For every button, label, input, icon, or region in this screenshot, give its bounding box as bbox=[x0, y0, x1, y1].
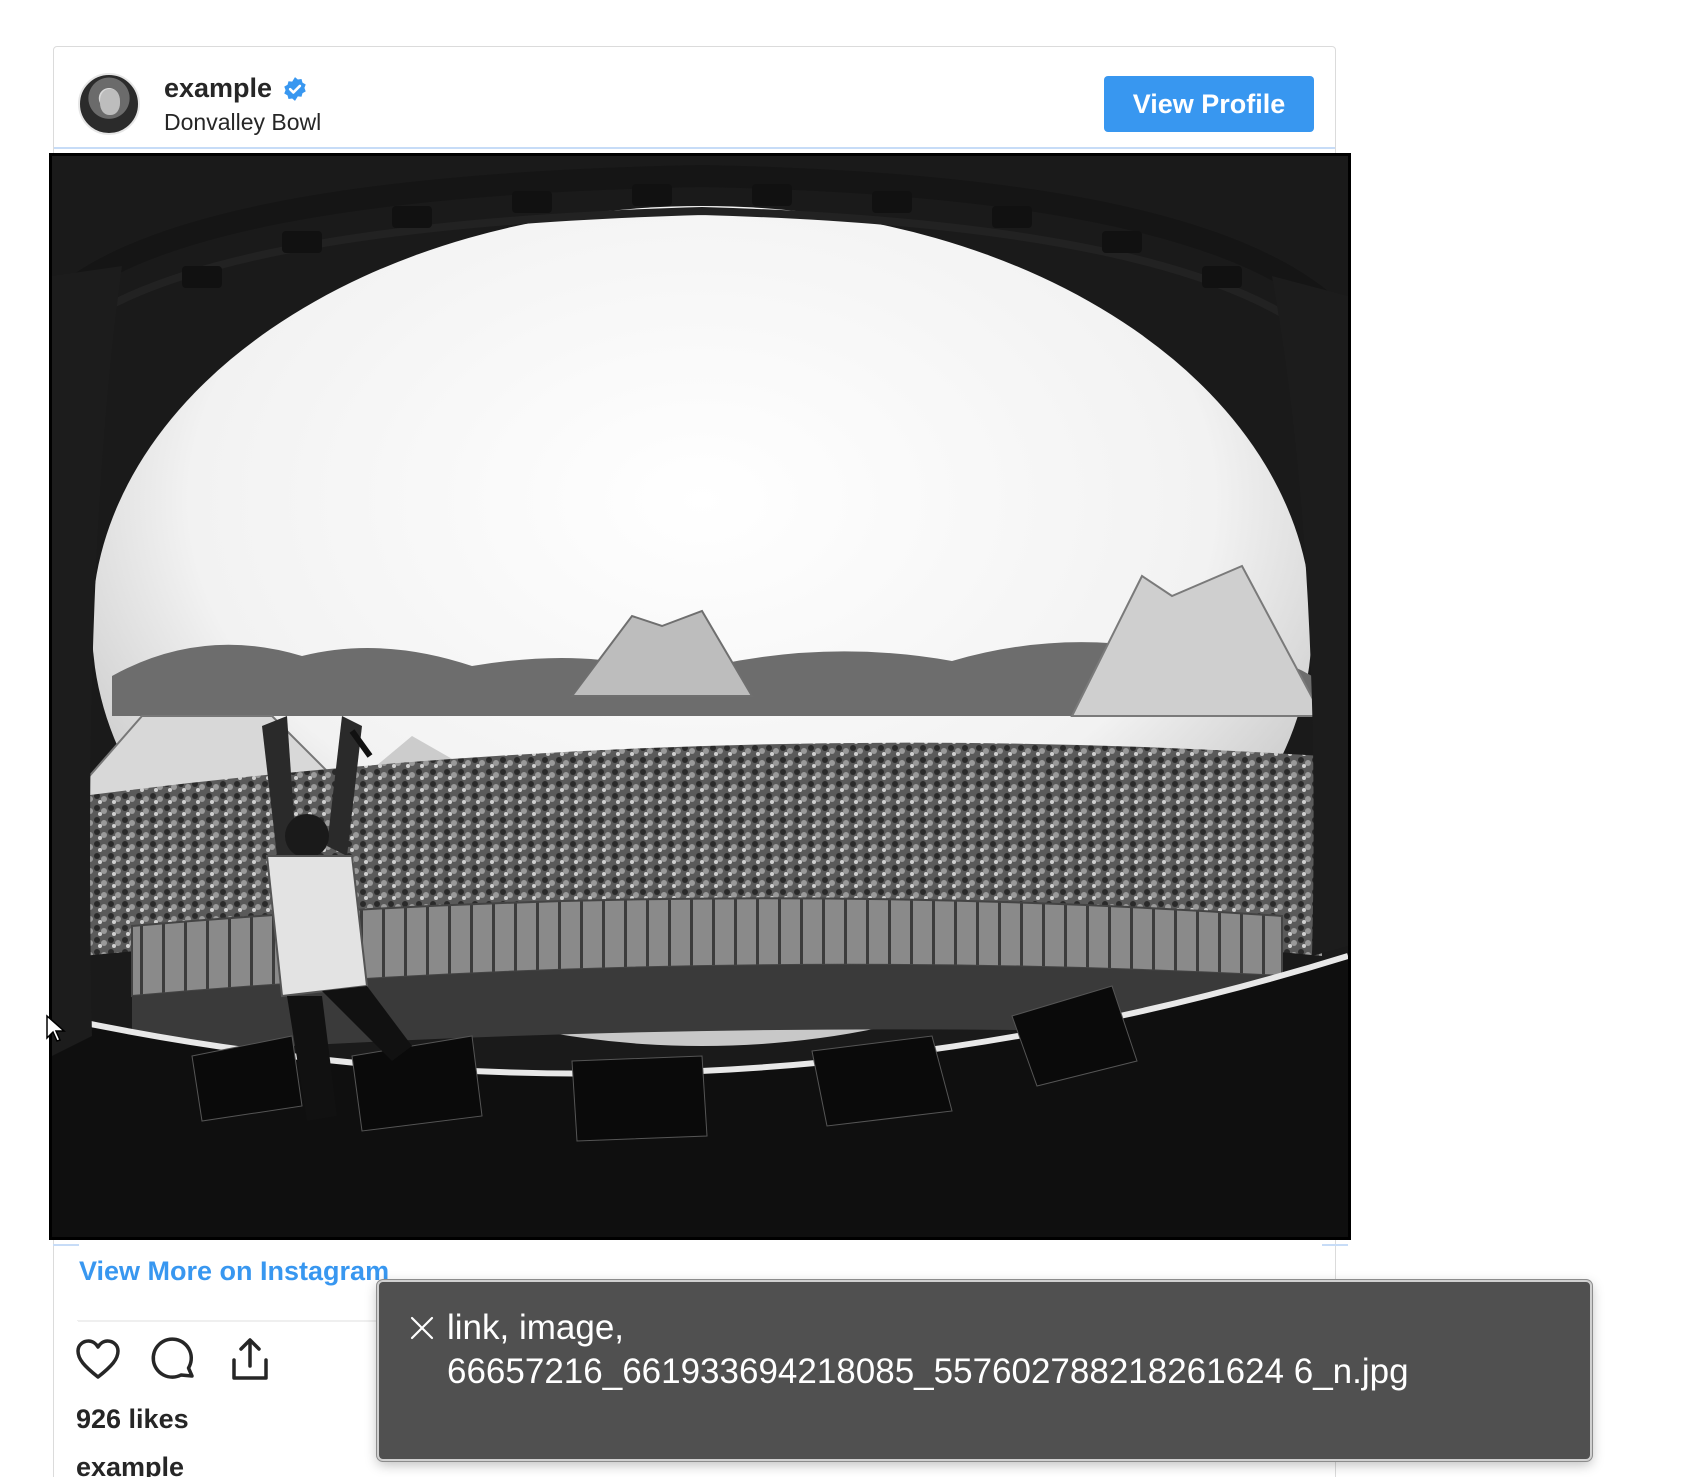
username-row: example bbox=[164, 73, 308, 104]
divider-mark-right bbox=[1322, 1244, 1348, 1246]
likes-count[interactable]: 926 likes bbox=[76, 1404, 189, 1435]
view-more-on-instagram-link[interactable]: View More on Instagram bbox=[79, 1256, 389, 1287]
post-actions bbox=[74, 1336, 274, 1384]
avatar[interactable] bbox=[78, 73, 140, 135]
verified-badge-icon bbox=[284, 76, 306, 101]
caption-username[interactable]: example bbox=[76, 1452, 184, 1477]
voiceover-role-text: link, image, bbox=[447, 1308, 625, 1347]
divider-mark-left bbox=[53, 1244, 79, 1246]
heart-icon[interactable] bbox=[74, 1336, 122, 1384]
post-location[interactable]: Donvalley Bowl bbox=[164, 109, 321, 136]
username[interactable]: example bbox=[164, 73, 272, 104]
post-image[interactable] bbox=[49, 153, 1351, 1240]
share-icon[interactable] bbox=[226, 1336, 274, 1384]
post-header: example Donvalley Bowl View Profile bbox=[54, 47, 1335, 149]
close-icon[interactable] bbox=[409, 1315, 435, 1341]
comment-icon[interactable] bbox=[150, 1336, 198, 1384]
voiceover-caption-panel: link, image, 66657216_661933694218085_55… bbox=[377, 1280, 1592, 1461]
mouse-pointer-icon bbox=[46, 1014, 66, 1042]
concert-photo bbox=[52, 156, 1348, 1237]
view-profile-button[interactable]: View Profile bbox=[1104, 76, 1314, 132]
voiceover-filename-text: 66657216_661933694218085_557602788218261… bbox=[447, 1352, 1409, 1391]
